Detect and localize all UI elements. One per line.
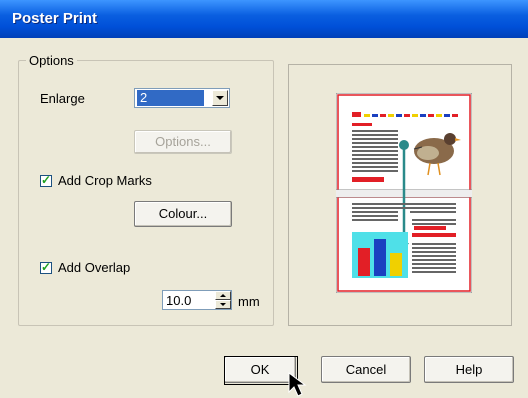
- overlap-checkbox[interactable]: [40, 260, 52, 274]
- crop-marks-checkbox[interactable]: [40, 173, 52, 187]
- overlap-stepper[interactable]: 10.0: [162, 290, 232, 310]
- help-button[interactable]: Help: [424, 356, 514, 383]
- poster-preview-icon: [335, 92, 473, 294]
- enlarge-label: Enlarge: [40, 91, 85, 106]
- spin-down-icon[interactable]: [215, 300, 231, 309]
- enlarge-dropdown[interactable]: 2: [134, 88, 230, 108]
- overlap-label: Add Overlap: [58, 260, 131, 275]
- crop-marks-label: Add Crop Marks: [58, 173, 152, 188]
- chevron-down-icon[interactable]: [212, 90, 228, 106]
- options-group-label: Options: [26, 53, 77, 68]
- cancel-button[interactable]: Cancel: [321, 356, 411, 383]
- options-button[interactable]: Options...: [134, 130, 232, 154]
- spin-up-icon[interactable]: [215, 291, 231, 300]
- mouse-pointer-icon: [288, 372, 307, 397]
- overlap-unit: mm: [238, 294, 260, 309]
- ok-focus-ring: [224, 356, 298, 385]
- poster-preview: [335, 92, 473, 294]
- overlap-value: 10.0: [166, 293, 192, 308]
- enlarge-value: 2: [137, 90, 204, 106]
- title-bar[interactable]: Poster Print: [0, 0, 528, 38]
- window-title: Poster Print: [12, 10, 98, 27]
- colour-button[interactable]: Colour...: [134, 201, 232, 227]
